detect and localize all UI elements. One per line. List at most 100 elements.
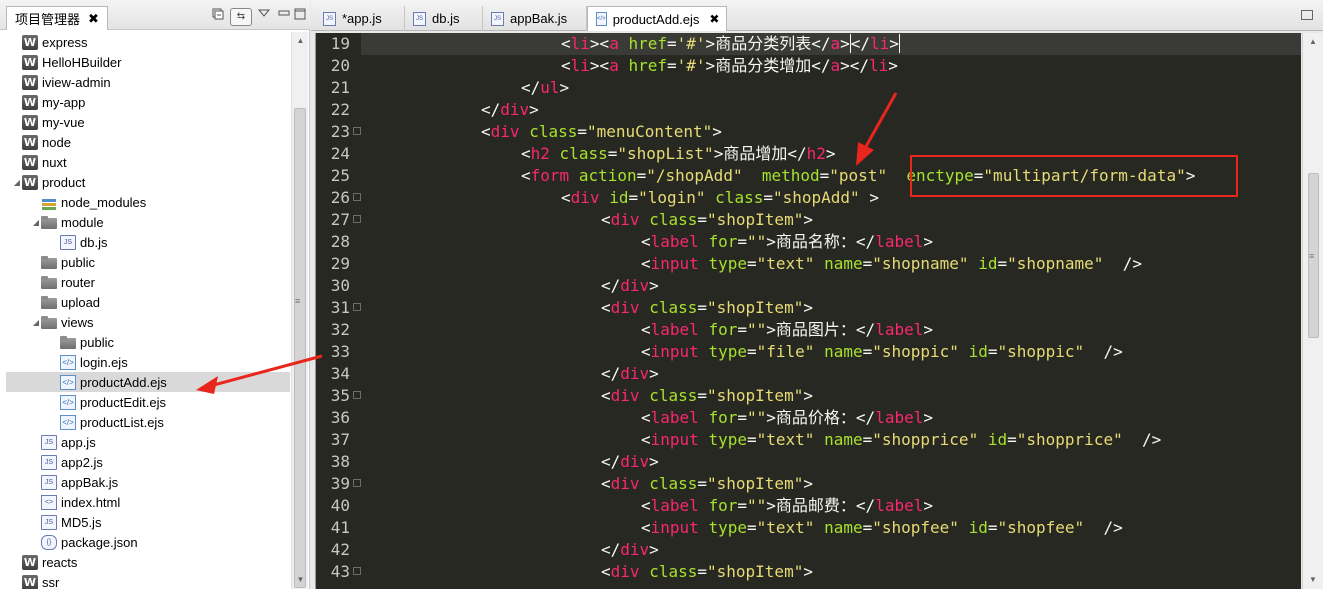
tree-item-index-html[interactable]: <> index.html — [6, 492, 290, 512]
tab-db-js[interactable]: JS db.js — [405, 6, 483, 31]
code-line[interactable]: 31 <div class="shopItem"> — [316, 297, 1301, 319]
tree-item-reacts[interactable]: Wreacts — [6, 552, 290, 572]
scroll-up-icon[interactable]: ▲ — [1303, 35, 1323, 49]
tree-item-my-app[interactable]: Wmy-app — [6, 92, 290, 112]
tree-item-db-js[interactable]: JS db.js — [6, 232, 290, 252]
tree-item-my-vue[interactable]: Wmy-vue — [6, 112, 290, 132]
code-token: id — [968, 342, 988, 361]
code-token: = — [1007, 430, 1017, 449]
fold-marker-icon[interactable] — [353, 391, 361, 399]
tree-item-public[interactable]: public — [6, 332, 290, 352]
expand-triangle-icon[interactable]: ◢ — [31, 318, 41, 327]
code-line[interactable]: 41 <input type="text" name="shopfee" id="… — [316, 517, 1301, 539]
fold-marker-icon[interactable] — [353, 193, 361, 201]
code-line[interactable]: 33 <input type="file" name="shoppic" id="… — [316, 341, 1301, 363]
code-token: input — [650, 518, 699, 537]
tree-item-nuxt[interactable]: Wnuxt — [6, 152, 290, 172]
tree-item-package-json[interactable]: {} package.json — [6, 532, 290, 552]
tree-item-login-ejs[interactable]: </> login.ejs — [6, 352, 290, 372]
explorer-tab[interactable]: 项目管理器 ✖ — [6, 6, 108, 30]
code-token: < — [641, 518, 651, 537]
scroll-down-icon[interactable]: ▼ — [1303, 573, 1323, 587]
tab-app-js[interactable]: JS *app.js — [315, 6, 405, 31]
expand-triangle-icon[interactable]: ◢ — [31, 218, 41, 227]
tree-item-express[interactable]: Wexpress — [6, 32, 290, 52]
code-token: href — [628, 56, 667, 75]
maximize-icon[interactable] — [292, 8, 308, 22]
link-editor-icon[interactable]: ⇆ — [230, 8, 252, 26]
tree-item-upload[interactable]: upload — [6, 292, 290, 312]
tree-item-module[interactable]: ◢ module — [6, 212, 290, 232]
code-line[interactable]: 27 <div class="shopItem"> — [316, 209, 1301, 231]
fold-marker-icon[interactable] — [353, 127, 361, 135]
tree-item-ssr[interactable]: Wssr — [6, 572, 290, 589]
code-line[interactable]: 22 </div> — [316, 99, 1301, 121]
close-icon[interactable]: ✖ — [88, 11, 99, 27]
code-line[interactable]: 36 <label for="">商品价格：</label> — [316, 407, 1301, 429]
tree-item-router[interactable]: router — [6, 272, 290, 292]
folder-icon — [41, 255, 57, 270]
code-line[interactable]: 28 <label for="">商品名称：</label> — [316, 231, 1301, 253]
tree-item-views[interactable]: ◢ views — [6, 312, 290, 332]
close-icon[interactable]: ✖ — [709, 12, 719, 26]
fold-marker-icon[interactable] — [353, 567, 361, 575]
code-line[interactable]: 37 <input type="text" name="shopprice" id… — [316, 429, 1301, 451]
code-token: > — [923, 408, 933, 427]
fold-marker-icon[interactable] — [353, 479, 361, 487]
code-line[interactable]: 30 </div> — [316, 275, 1301, 297]
code-line[interactable]: 35 <div class="shopItem"> — [316, 385, 1301, 407]
code-line[interactable]: 23 <div class="menuContent"> — [316, 121, 1301, 143]
code-editor[interactable]: 19 <li><a href='#'>商品分类列表</a></li> 20 <li><… — [315, 33, 1301, 589]
collapse-all-icon[interactable] — [210, 8, 226, 22]
tree-item-productadd-ejs[interactable]: </> productAdd.ejs — [6, 372, 290, 392]
tree-item-app-js[interactable]: JS app.js — [6, 432, 290, 452]
explorer-scrollbar[interactable]: ▲ ≡ ▼ — [291, 32, 308, 589]
code-line[interactable]: 40 <label for="">商品邮费：</label> — [316, 495, 1301, 517]
code-token: > — [712, 122, 722, 141]
tree-item-product[interactable]: ◢ Wproduct — [6, 172, 290, 192]
fold-marker-icon[interactable] — [353, 303, 361, 311]
tree-item-node[interactable]: Wnode — [6, 132, 290, 152]
js-file-icon: JS — [41, 514, 57, 530]
fold-marker-icon[interactable] — [353, 215, 361, 223]
expand-triangle-icon[interactable]: ◢ — [12, 178, 22, 187]
tree-item-hellohbuilder[interactable]: W HelloHBuilder — [6, 52, 290, 72]
tree-item-appbak-js[interactable]: JS appBak.js — [6, 472, 290, 492]
tree-item-iview-admin[interactable]: Wiview-admin — [6, 72, 290, 92]
minimize-icon[interactable] — [276, 8, 292, 22]
code-line[interactable]: 43 <div class="shopItem"> — [316, 561, 1301, 583]
tab-appbak-js[interactable]: JS appBak.js — [483, 6, 587, 31]
tree-item-md5-js[interactable]: JS MD5.js — [6, 512, 290, 532]
code-line[interactable]: 32 <label for="">商品图片：</label> — [316, 319, 1301, 341]
code-token: < — [641, 430, 651, 449]
code-token: 商品邮费： — [775, 496, 856, 515]
tree-item-node-modules[interactable]: node_modules — [6, 192, 290, 212]
tree-item-app2-js[interactable]: JS app2.js — [6, 452, 290, 472]
line-number: 32 — [330, 320, 350, 339]
scroll-up-icon[interactable]: ▲ — [292, 34, 309, 48]
code-line[interactable]: 34 </div> — [316, 363, 1301, 385]
code-line[interactable]: 39 <div class="shopItem"> — [316, 473, 1301, 495]
code-line[interactable]: 21 </ul> — [316, 77, 1301, 99]
text-cursor — [898, 34, 900, 53]
line-number: 42 — [330, 540, 350, 559]
tree-item-label: ssr — [42, 574, 60, 589]
code-line[interactable]: 42 </div> — [316, 539, 1301, 561]
view-menu-icon[interactable] — [256, 8, 272, 22]
code-line[interactable]: 38 </div> — [316, 451, 1301, 473]
code-line[interactable]: 19 <li><a href='#'>商品分类列表</a></li> — [316, 33, 1301, 55]
minimize-icon[interactable] — [1301, 10, 1313, 20]
scroll-down-icon[interactable]: ▼ — [292, 573, 309, 587]
tree-item-public[interactable]: public — [6, 252, 290, 272]
code-line[interactable]: 29 <input type="text" name="shopname" id=… — [316, 253, 1301, 275]
tree-item-productedit-ejs[interactable]: </> productEdit.ejs — [6, 392, 290, 412]
tree-item-label: app.js — [61, 434, 96, 450]
tree-item-productlist-ejs[interactable]: </> productList.ejs — [6, 412, 290, 432]
code-token: div — [490, 122, 520, 141]
editor-scrollbar[interactable]: ▲ ≡ ▼ — [1302, 33, 1323, 589]
tab-productadd-ejs[interactable]: </> productAdd.ejs ✖ — [587, 6, 727, 31]
scrollbar-thumb[interactable] — [294, 108, 306, 588]
code-line[interactable]: 20 <li><a href='#'>商品分类增加</a></li> — [316, 55, 1301, 77]
